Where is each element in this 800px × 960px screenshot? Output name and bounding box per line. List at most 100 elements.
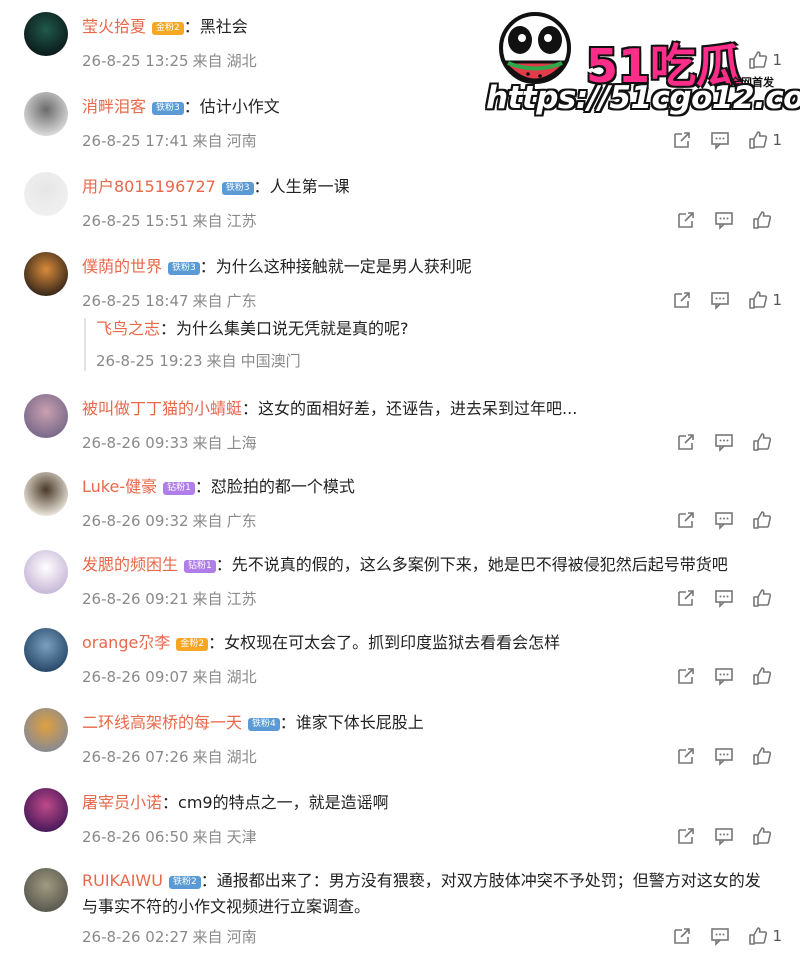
comment-actions [658,210,772,230]
comment-icon[interactable] [714,432,734,452]
share-icon[interactable] [672,290,692,310]
username-link[interactable]: 僕荫的世界 [82,257,162,276]
share-icon[interactable] [672,926,692,946]
thumb-up-icon[interactable] [752,588,772,608]
comment-icon[interactable] [714,826,734,846]
share-icon[interactable] [676,666,696,686]
comment-body: 发腮的频困生 钻粉1 ：先不说真的假的，这么多案例下来，她是巴不得被侵犯然后起号带货… [82,554,782,576]
comment-text: 谁家下体长屁股上 [295,713,424,732]
username-link[interactable]: orange尕李 [82,633,170,652]
thumb-up-icon[interactable] [748,290,768,310]
username-link[interactable]: 用户8015196727 [82,177,216,196]
comment-text: 怼脸拍的都一个模式 [210,477,355,496]
thumb-up-icon[interactable] [752,826,772,846]
share-icon[interactable] [676,432,696,452]
comment-icon[interactable] [714,588,734,608]
comment-icon[interactable] [714,510,734,530]
comment-body: RUIKAIWU 铁粉2 ：通报都出来了：男方没有猥亵，对双方肢体冲突不予处罚；但警… [82,868,772,920]
avatar[interactable] [24,252,68,296]
comment-actions [658,826,772,846]
avatar[interactable] [24,708,68,752]
avatar[interactable] [24,550,68,594]
location: 广东 [226,292,257,310]
avatar[interactable] [24,472,68,516]
like-count: 1 [772,131,782,149]
reply-username-link[interactable]: 飞鸟之志 [96,319,160,338]
separator: ： [242,399,259,418]
thumb-up-icon[interactable] [752,666,772,686]
location: 江苏 [226,212,257,230]
avatar[interactable] [24,12,68,56]
comment-meta: 26-8-25 13:25 来自 湖北 [82,50,261,71]
location: 上海 [226,434,257,452]
share-icon[interactable] [676,746,696,766]
avatar[interactable] [24,788,68,832]
comment-icon[interactable] [710,926,730,946]
comment-icon[interactable] [714,210,734,230]
comment-actions: 1 [654,290,782,310]
thumb-up-icon[interactable] [748,926,768,946]
separator: ： [200,871,217,890]
fan-badge: 铁粉2 [168,876,201,889]
comment-meta: 26-8-26 07:26 来自 湖北 [82,746,261,767]
comment-item: 僕荫的世界 铁粉3 ：为什么这种接触就一定是男人获利呢 26-8-25 18:47 来自… [0,252,800,312]
avatar[interactable] [24,868,68,912]
username-link[interactable]: 消畔泪客 [82,97,146,116]
separator: ： [253,177,270,196]
thumb-up-icon[interactable] [748,130,768,150]
username-link[interactable]: Luke-健豪 [82,477,157,496]
like-count: 1 [772,291,782,309]
from-label: 来自 [192,668,223,686]
separator: ： [208,633,225,652]
comment-body: Luke-健豪 钻粉1 ：怼脸拍的都一个模式 [82,476,782,498]
comment-item: 被叫做丁丁猫的小蜻蜓：这女的面相好差，还诬告，进去呆到过年吧... 26-8-26… [0,394,800,454]
separator: ： [199,257,216,276]
avatar[interactable] [24,628,68,672]
thumb-up-icon[interactable] [752,510,772,530]
avatar[interactable] [24,394,68,438]
from-label: 来自 [192,434,223,452]
fan-badge: 金粉2 [176,638,209,651]
comment-date: 26-8-26 02:27 [82,928,189,946]
watermark-url: https://51cgo12.com [486,80,800,116]
thumb-up-icon[interactable] [752,746,772,766]
comment-text: 估计小作文 [199,97,280,116]
fan-badge: 铁粉4 [248,718,280,731]
comment-date: 26-8-26 09:32 [82,512,189,530]
share-icon[interactable] [676,510,696,530]
share-icon[interactable] [676,826,696,846]
username-link[interactable]: 被叫做丁丁猫的小蜻蜓 [82,399,242,418]
username-link[interactable]: 屠宰员小诺 [82,793,162,812]
location: 湖北 [226,668,257,686]
share-icon[interactable] [672,130,692,150]
comment-icon[interactable] [714,746,734,766]
reply-date: 26-8-25 19:23 [96,352,203,370]
avatar[interactable] [24,172,68,216]
comment-actions [658,432,772,452]
share-icon[interactable] [676,210,696,230]
username-link[interactable]: RUIKAIWU [82,871,163,890]
comment-date: 26-8-26 09:07 [82,668,189,686]
location: 广东 [226,512,257,530]
reply-body: 飞鸟之志：为什么集美口说无凭就是真的呢? [96,318,776,340]
comment-icon[interactable] [710,290,730,310]
comment-date: 26-8-25 17:41 [82,132,189,150]
comment-icon[interactable] [714,666,734,686]
avatar[interactable] [24,92,68,136]
username-link[interactable]: 二环线高架桥的每一天 [82,713,242,732]
comment-actions [658,588,772,608]
thumb-up-icon[interactable] [752,210,772,230]
thumb-up-icon[interactable] [752,432,772,452]
separator: ： [162,793,179,812]
location: 湖北 [226,52,257,70]
reply-meta: 26-8-25 19:23 来自 中国澳门 [96,350,776,371]
from-label: 来自 [192,52,223,70]
username-link[interactable]: 发腮的频困生 [82,555,178,574]
username-link[interactable]: 莹火拾夏 [82,17,146,36]
comment-actions: 1 [654,926,782,946]
comment-icon[interactable] [710,130,730,150]
share-icon[interactable] [676,588,696,608]
fan-badge: 钻粉1 [163,482,195,495]
comment-meta: 26-8-26 02:27 来自 河南 [82,926,261,947]
reply-text: 为什么集美口说无凭就是真的呢? [176,319,409,338]
